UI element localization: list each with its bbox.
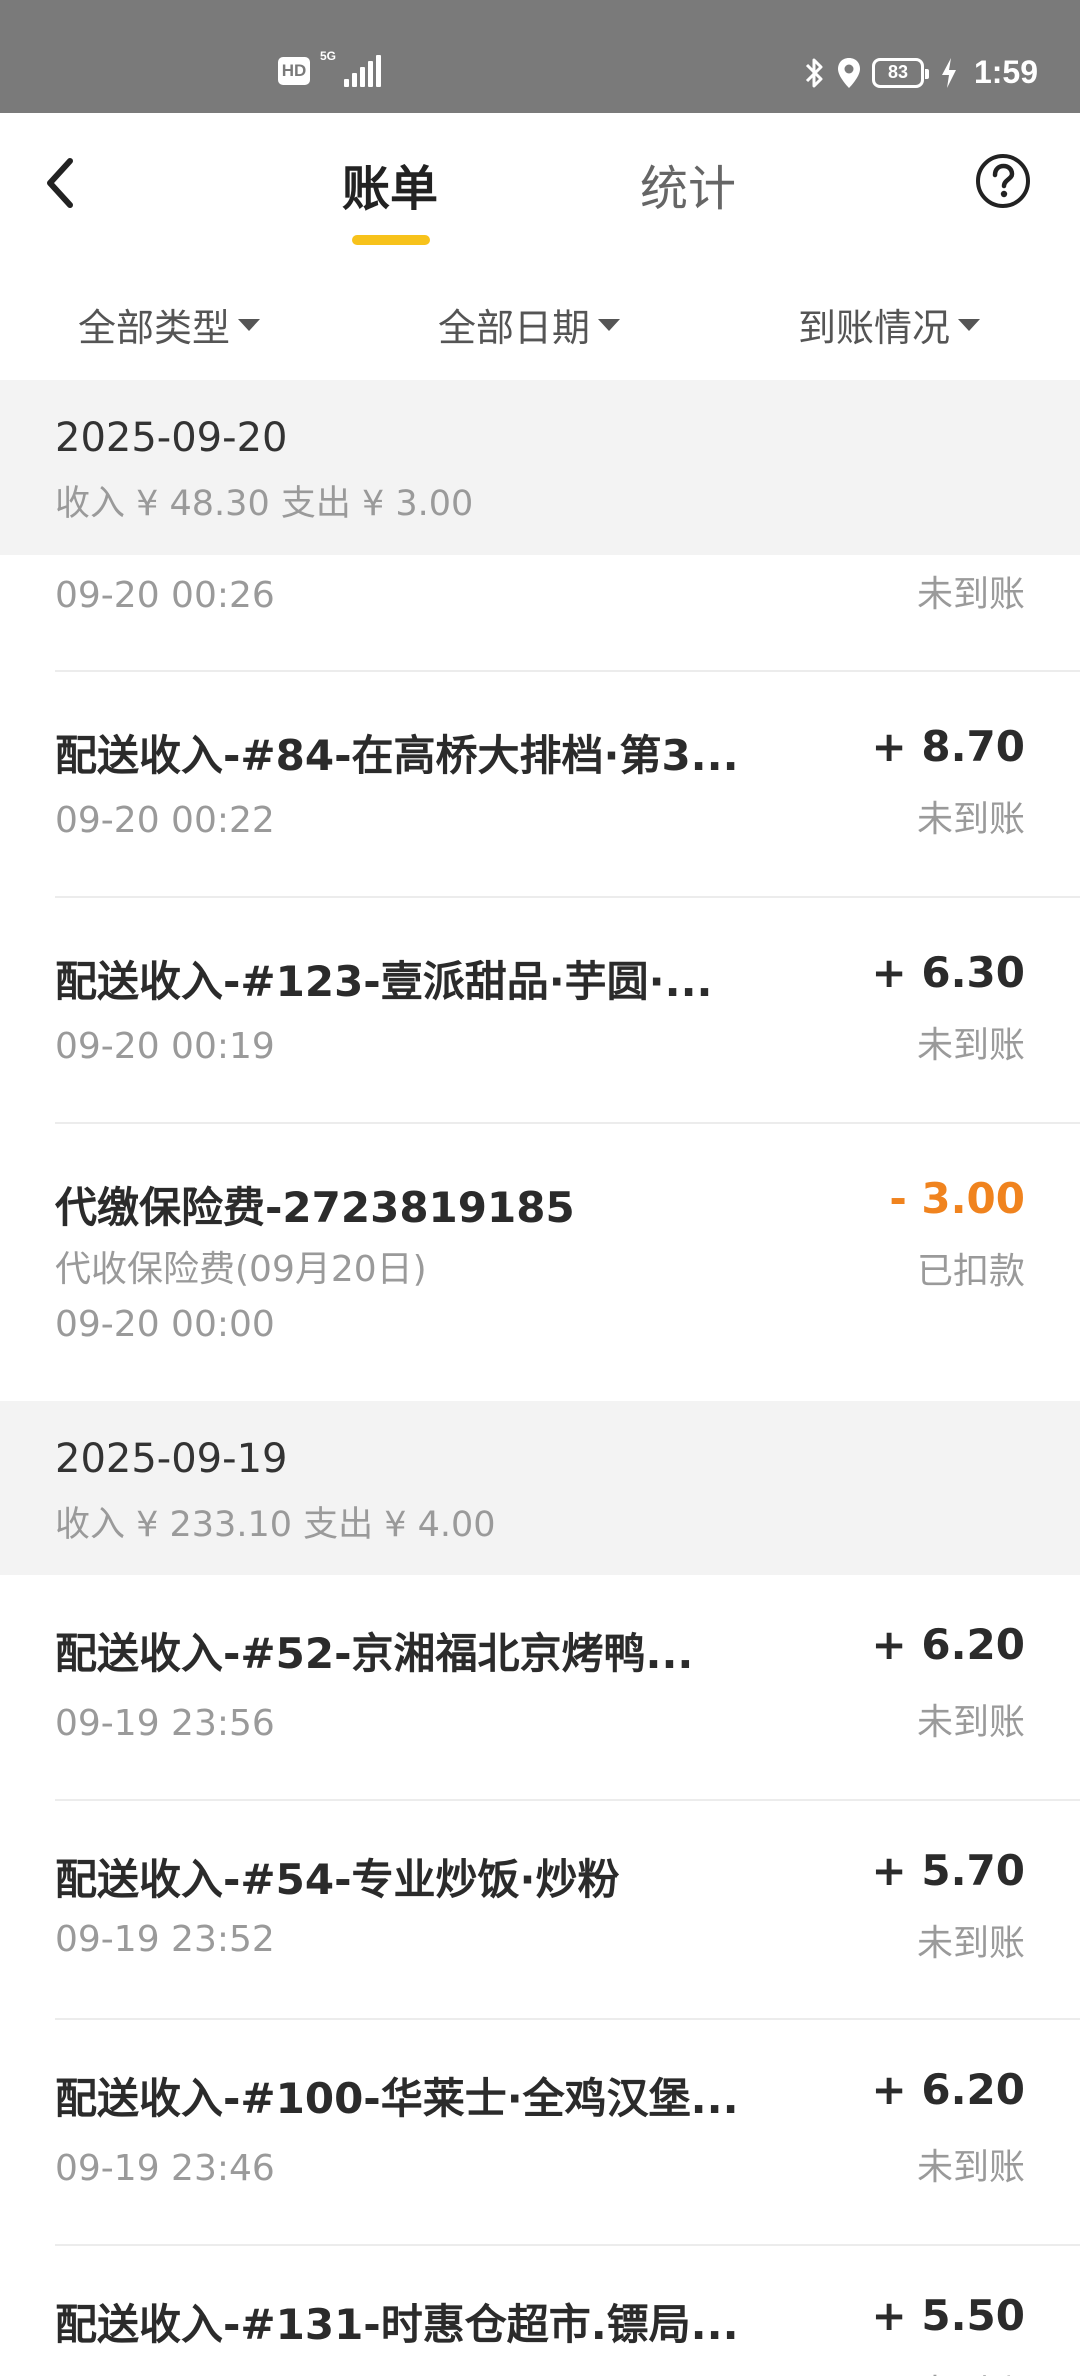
status-bar: HD 5G 83 1:59 (0, 0, 1080, 113)
transaction-time: 09-19 23:46 (55, 2148, 275, 2189)
transaction-row[interactable]: 配送收入-#52-京湘福北京烤鸭... + 6.20 09-19 23:56 未… (0, 1575, 1080, 1801)
transaction-row[interactable]: 配送收入-#54-专业炒饭·炒粉 + 5.70 09-19 23:52 未到账 (0, 1801, 1080, 2020)
transaction-time: 09-19 23:56 (55, 1703, 275, 1744)
transaction-row[interactable]: 配送收入-#84-在高桥大排档·第3... + 8.70 09-20 00:22… (0, 672, 1080, 898)
bill-page: HD 5G 83 1:59 账单 统计 全部类型 全部日期 到账情况 2025-… (0, 0, 1080, 2376)
status-left: HD 5G (278, 49, 381, 87)
battery-icon: 83 (871, 57, 929, 88)
transaction-status: 未到账 (917, 2364, 1025, 2376)
transaction-row[interactable]: 配送收入-#123-壹派甜品·芋圆·... + 6.30 09-20 00:19… (0, 898, 1080, 1124)
transaction-status: 未到账 (916, 2147, 1025, 2188)
transaction-row[interactable]: 代缴保险费-2723819185 - 3.00 代收保险费(09月20日) 已扣… (0, 1124, 1080, 1401)
transaction-status: 未到账 (916, 1702, 1025, 1743)
transaction-status: 已扣款 (916, 1251, 1025, 1292)
transaction-status: 未到账 (916, 1025, 1025, 1066)
transaction-amount: + 6.20 (871, 2065, 1025, 2114)
status-right: 83 1:59 (804, 54, 1038, 91)
transaction-subtitle: 代收保险费(09月20日) (55, 1249, 427, 1290)
transaction-time: 09-20 00:26 (55, 575, 275, 616)
clock: 1:59 (973, 54, 1038, 90)
section-summary: 收入 ¥ 233.10 支出 ¥ 4.00 (55, 1505, 496, 1545)
transaction-time: 09-20 00:00 (55, 1304, 275, 1345)
filter-arrival[interactable]: 到账情况 (798, 297, 981, 352)
transaction-title: 配送收入-#100-华莱士·全鸡汉堡... (55, 2074, 739, 2123)
transaction-amount: + 6.30 (871, 948, 1025, 997)
transaction-amount: + 5.70 (871, 1846, 1025, 1895)
date-section-header: 2025-09-20 收入 ¥ 48.30 支出 ¥ 3.00 (0, 380, 1080, 555)
section-date: 2025-09-19 (55, 1436, 288, 1482)
tab-bill[interactable]: 账单 (342, 149, 438, 219)
transaction-title: 代缴保险费-2723819185 (55, 1183, 575, 1232)
active-tab-indicator (352, 235, 430, 245)
transaction-row[interactable]: 09-20 00:26 未到账 (0, 555, 1080, 672)
transaction-title: 配送收入-#84-在高桥大排档·第3... (55, 731, 739, 780)
charging-icon (941, 57, 956, 88)
back-button[interactable] (30, 143, 90, 223)
transaction-time: 09-20 00:22 (55, 800, 275, 841)
transaction-amount: - 3.00 (889, 1174, 1025, 1223)
transaction-time: 09-19 23:52 (55, 1919, 275, 1960)
transaction-status: 未到账 (916, 574, 1025, 615)
network-label: 5G (320, 49, 337, 63)
filter-date-label: 全部日期 (438, 306, 591, 350)
filter-arrival-label: 到账情况 (798, 306, 951, 350)
help-circle-icon (976, 154, 1030, 208)
section-date: 2025-09-20 (55, 415, 288, 461)
dropdown-triangle-icon (238, 318, 261, 331)
transaction-status: 未到账 (916, 799, 1025, 840)
filter-bar: 全部类型 全部日期 到账情况 (0, 263, 1080, 380)
date-section-header: 2025-09-19 收入 ¥ 233.10 支出 ¥ 4.00 (0, 1401, 1080, 1575)
dropdown-triangle-icon (958, 318, 981, 331)
transaction-amount: + 5.50 (871, 2291, 1025, 2340)
dropdown-triangle-icon (598, 318, 621, 331)
back-arrow-icon (47, 158, 73, 208)
transaction-time: 09-20 00:19 (55, 1026, 275, 1067)
transaction-title: 配送收入-#54-专业炒饭·炒粉 (55, 1855, 620, 1904)
transaction-row[interactable]: 配送收入-#131-时惠仓超市.镖局... + 5.50 未到账 (0, 2246, 1080, 2376)
filter-type-label: 全部类型 (78, 306, 231, 350)
location-icon (837, 57, 860, 88)
transaction-amount: + 8.70 (871, 722, 1025, 771)
transaction-title: 配送收入-#52-京湘福北京烤鸭... (55, 1629, 694, 1678)
hd-icon: HD (278, 57, 310, 85)
tab-statistics[interactable]: 统计 (640, 149, 736, 219)
bluetooth-icon (805, 58, 823, 87)
top-nav: 账单 统计 (0, 113, 1080, 263)
transaction-status: 未到账 (916, 1923, 1025, 1964)
help-button[interactable] (975, 153, 1031, 209)
transaction-title: 配送收入-#123-壹派甜品·芋圆·... (55, 957, 713, 1006)
transaction-row[interactable]: 配送收入-#100-华莱士·全鸡汉堡... + 6.20 09-19 23:46… (0, 2020, 1080, 2246)
filter-date[interactable]: 全部日期 (438, 297, 621, 352)
transaction-title: 配送收入-#131-时惠仓超市.镖局... (55, 2300, 739, 2349)
transaction-amount: + 6.20 (871, 1620, 1025, 1669)
filter-type[interactable]: 全部类型 (78, 297, 261, 352)
section-summary: 收入 ¥ 48.30 支出 ¥ 3.00 (55, 484, 474, 524)
signal-icon: 5G (320, 49, 381, 87)
